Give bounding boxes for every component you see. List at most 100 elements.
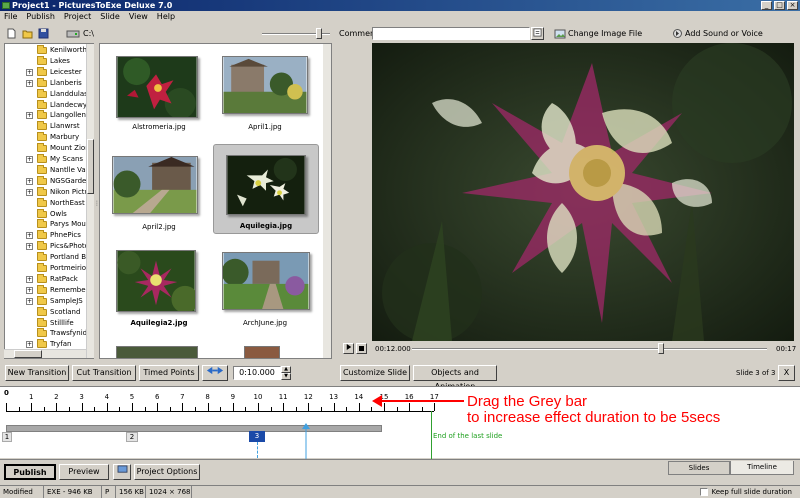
expand-icon[interactable]: + <box>26 243 33 251</box>
add-sound-button[interactable]: Add Sound or Voice <box>685 29 763 38</box>
preview-button[interactable]: Preview <box>59 464 109 480</box>
folder-item[interactable]: + PhnePics <box>5 230 91 241</box>
folder-item[interactable]: + Leicester <box>5 66 91 78</box>
folder-item[interactable]: + RatPack <box>5 273 91 285</box>
timeline-panel[interactable]: 0 1 2 3 4 5 6 7 8 9 10 11 12 13 14 15 16 17 1 2 3 End of… <box>0 386 800 459</box>
objects-animation-button[interactable]: Objects and Animation <box>413 365 497 391</box>
open-folder-icon[interactable] <box>22 28 33 39</box>
playhead-icon[interactable] <box>301 423 311 459</box>
keep-full-duration-checkbox[interactable] <box>700 488 709 496</box>
drive-icon[interactable] <box>66 28 80 39</box>
panel-splitter[interactable]: ⋮ <box>94 200 100 212</box>
close-window-button[interactable]: × <box>787 1 798 10</box>
folder-item[interactable]: Kenilworth <box>5 45 91 56</box>
folder-item[interactable]: Stilllife <box>5 317 91 329</box>
transition-effect-button[interactable] <box>202 365 228 381</box>
menu-help[interactable]: Help <box>157 11 175 23</box>
menu-slide[interactable]: Slide <box>100 11 120 23</box>
expand-icon[interactable]: + <box>26 188 33 196</box>
transition-duration-bar[interactable] <box>6 425 382 432</box>
customize-slide-button[interactable]: Customize Slide <box>340 365 410 381</box>
duration-up[interactable]: ▲ <box>281 366 291 373</box>
slide-marker-2[interactable]: 2 <box>126 432 138 442</box>
folder-tree-hscroll-thumb[interactable] <box>14 350 42 358</box>
folder-item[interactable]: Owls <box>5 208 91 220</box>
player-progress-handle[interactable] <box>657 343 664 354</box>
expand-icon[interactable]: + <box>26 286 33 294</box>
slide-marker-3[interactable]: 3 <box>249 431 265 442</box>
expand-icon[interactable]: + <box>26 275 33 283</box>
folder-item[interactable]: Lakes <box>5 55 91 67</box>
tab-timeline[interactable]: Timeline <box>730 461 794 475</box>
thumbnail-alstromeria[interactable]: Alstromeria.jpg <box>106 52 212 142</box>
folder-item[interactable]: + NGSGarden: <box>5 175 91 187</box>
expand-icon[interactable]: + <box>26 112 33 120</box>
expand-icon[interactable]: + <box>26 341 33 349</box>
change-image-file-button[interactable]: Change Image File <box>568 29 642 38</box>
cut-transition-button[interactable]: Cut Transition <box>72 365 136 381</box>
folder-item[interactable]: Marbury <box>5 132 91 143</box>
tab-slides[interactable]: Slides <box>668 461 730 475</box>
folder-item[interactable]: Mount Zion <box>5 143 91 154</box>
stop-button[interactable] <box>356 343 367 354</box>
folder-tree-scroll-thumb[interactable] <box>87 139 94 194</box>
folder-item[interactable]: + SampleJS <box>5 295 91 307</box>
thumbnail-archjune[interactable]: ArchJune.jpg <box>212 244 318 334</box>
save-icon[interactable] <box>38 28 49 39</box>
minimize-button[interactable]: _ <box>761 1 772 10</box>
keep-full-duration[interactable]: Keep full slide duration <box>700 486 792 498</box>
timed-points-button[interactable]: Timed Points <box>139 365 199 381</box>
folder-item[interactable]: Nantlle Valle <box>5 164 91 176</box>
publish-button[interactable]: Publish <box>4 464 56 480</box>
folder-item[interactable]: + Remembera <box>5 284 91 296</box>
folder-item[interactable]: + Llanberis <box>5 77 91 89</box>
thumbnail-aquilegia[interactable]: Aquilegia.jpg <box>213 144 319 234</box>
menu-project[interactable]: Project <box>64 11 91 23</box>
folder-item[interactable]: Scotland <box>5 306 91 318</box>
new-transition-button[interactable]: New Transition <box>5 365 69 381</box>
folder-item[interactable]: + My Scans <box>5 154 91 165</box>
folder-item[interactable]: Portland Ba: <box>5 252 91 263</box>
expand-icon[interactable]: + <box>26 297 33 305</box>
project-options-button[interactable]: Project Options <box>134 464 200 480</box>
screen-mode-button[interactable] <box>113 464 131 480</box>
player-progress-track[interactable] <box>412 348 767 350</box>
menu-view[interactable]: View <box>129 11 148 23</box>
thumbnail-scrollbar[interactable] <box>323 44 331 358</box>
new-project-icon[interactable] <box>6 28 17 39</box>
slide-marker-1[interactable]: 1 <box>2 432 12 442</box>
comment-edit-button[interactable] <box>531 27 544 40</box>
folder-item[interactable]: + Pics&Photos <box>5 241 91 252</box>
folder-item[interactable]: NorthEast <box>5 197 91 209</box>
comment-input[interactable] <box>372 27 530 40</box>
thumbnail-april1[interactable]: April1.jpg <box>212 52 318 142</box>
folder-tree-scrollbar[interactable] <box>86 44 94 358</box>
expand-icon[interactable]: + <box>26 232 33 240</box>
expand-icon[interactable]: + <box>26 156 33 163</box>
folder-tree-hscrollbar[interactable] <box>4 349 86 358</box>
change-image-icon[interactable] <box>554 28 566 39</box>
close-slide-button[interactable]: X <box>778 365 795 381</box>
folder-item[interactable]: Portmeirion <box>5 263 91 274</box>
folder-tree[interactable]: Kenilworth Lakes + Leicester + Llanberis Lland… <box>4 43 94 359</box>
maximize-button[interactable]: □ <box>774 1 785 10</box>
thumbnail-size-slider-handle[interactable] <box>316 28 322 39</box>
folder-item[interactable]: Llanwrst <box>5 121 91 132</box>
folder-item[interactable]: Llandecwyn <box>5 99 91 111</box>
expand-icon[interactable]: + <box>26 177 33 185</box>
menu-publish[interactable]: Publish <box>26 11 55 23</box>
folder-item[interactable]: Parys Moun <box>5 219 91 230</box>
play-button[interactable] <box>343 343 354 354</box>
folder-item[interactable]: + Llangollen <box>5 110 91 121</box>
expand-icon[interactable]: + <box>26 79 33 87</box>
thumbnail-browser[interactable]: Alstromeria.jpg April1.jpg April2.jpg Aq… <box>99 43 332 359</box>
folder-item[interactable]: Trawsfynidd <box>5 328 91 339</box>
duration-input[interactable]: 0:10.000 <box>233 366 281 380</box>
folder-item[interactable]: Llanddulas <box>5 88 91 100</box>
expand-icon[interactable]: + <box>26 68 33 76</box>
folder-item[interactable]: + Nikon Pictur <box>5 186 91 198</box>
thumbnail-april2[interactable]: April2.jpg <box>106 148 212 238</box>
sound-icon[interactable] <box>672 28 683 39</box>
duration-down[interactable]: ▼ <box>281 373 291 380</box>
thumbnail-aquilegia2[interactable]: Aquilegia2.jpg <box>106 244 212 334</box>
